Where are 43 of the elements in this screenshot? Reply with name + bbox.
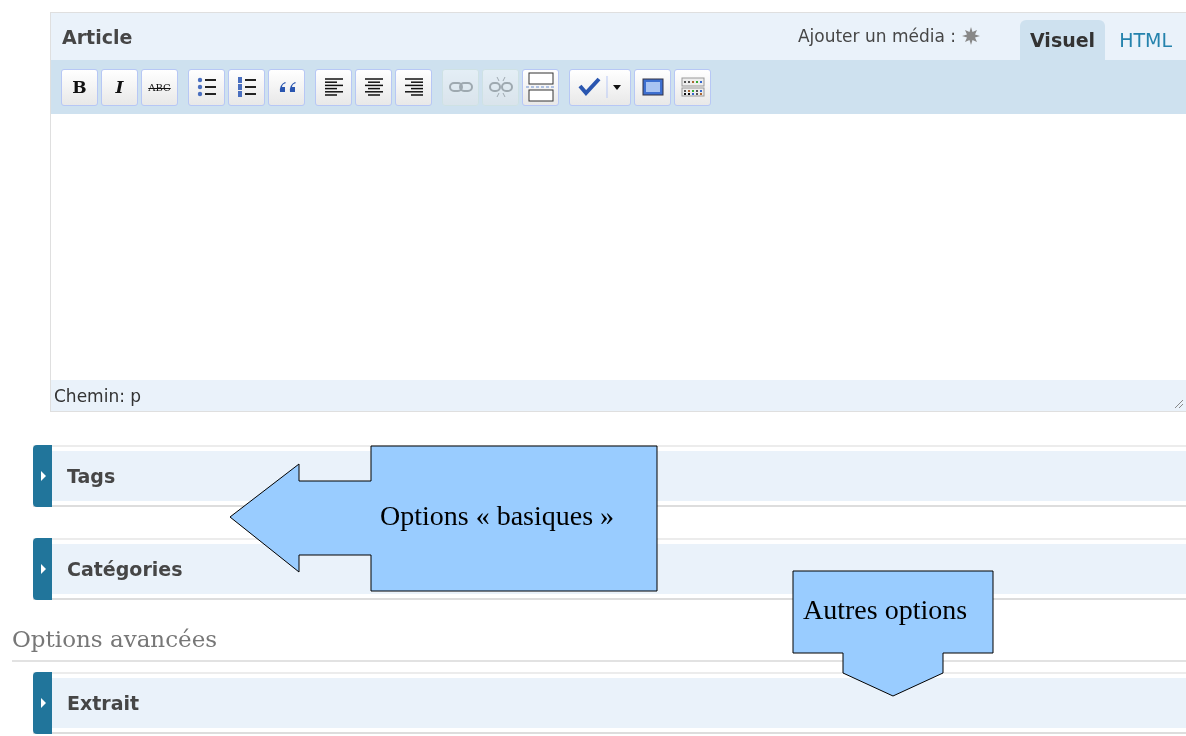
align-right-icon: [403, 77, 424, 97]
resize-grip-icon[interactable]: [1174, 399, 1184, 409]
align-center-icon: [363, 77, 384, 97]
align-left-button[interactable]: [315, 68, 352, 106]
broken-link-icon: [488, 76, 513, 98]
star-burst-icon[interactable]: [962, 27, 980, 45]
numbers-button[interactable]: [228, 68, 265, 106]
caret-right-icon: [39, 471, 46, 481]
kitchen-sink-button[interactable]: [674, 68, 711, 106]
caret-right-icon: [39, 698, 46, 708]
add-media-label: Ajouter un média :: [797, 26, 980, 46]
align-left-icon: [323, 77, 344, 97]
strikethrough-button[interactable]: ABC: [141, 68, 178, 106]
italic-button[interactable]: I: [101, 68, 138, 106]
quote-button[interactable]: [268, 68, 305, 106]
panel-handle[interactable]: [33, 445, 52, 507]
kitchen-sink-icon: [680, 77, 705, 97]
bold-button[interactable]: B: [61, 68, 98, 106]
editor-tab[interactable]: Visuel: [1020, 20, 1106, 60]
editor-tab[interactable]: HTML: [1109, 20, 1182, 60]
more-button[interactable]: [522, 68, 559, 106]
bulleted-list-icon: [195, 76, 218, 98]
element-path: Chemin: p: [54, 385, 142, 406]
page-break-icon: [525, 72, 556, 102]
bullets-button[interactable]: [188, 68, 225, 106]
section-heading: Options avancées: [12, 626, 218, 652]
panel-title: Tags: [67, 465, 116, 487]
align-right-button[interactable]: [395, 68, 432, 106]
align-center-button[interactable]: [355, 68, 392, 106]
panel-handle[interactable]: [33, 672, 52, 734]
panel-title: Extrait: [67, 692, 140, 714]
panel-handle[interactable]: [33, 538, 52, 600]
caret-right-icon: [39, 564, 46, 574]
callout-text: Options « basiques »: [380, 500, 615, 532]
numbered-list-icon: [235, 76, 258, 98]
editor-title: Article: [62, 26, 133, 48]
spellcheck-button[interactable]: [569, 68, 631, 106]
panel-title: Catégories: [67, 558, 183, 580]
fullscreen-button[interactable]: [634, 68, 671, 106]
fullscreen-icon: [641, 78, 664, 96]
callout-text: Autres options: [803, 594, 968, 626]
spellcheck-icon: [577, 76, 623, 98]
link-icon: [448, 81, 473, 93]
